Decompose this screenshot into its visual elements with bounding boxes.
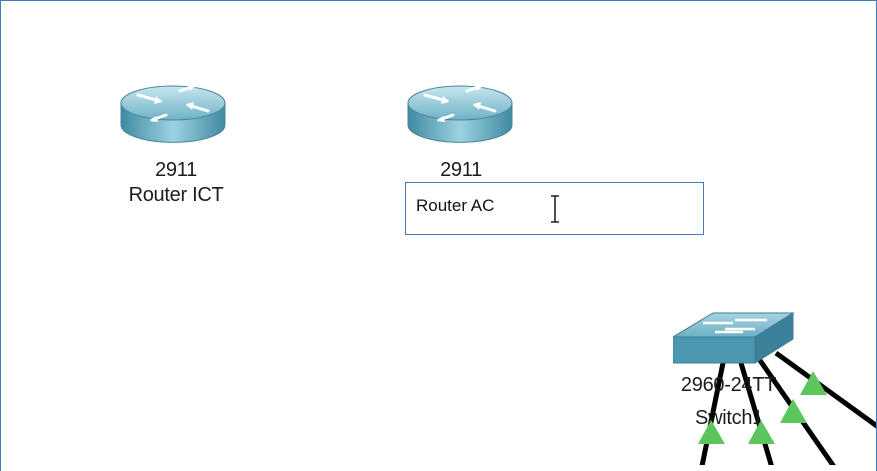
link-up-triangle-icon [780, 399, 807, 423]
link-up-triangle-icon [698, 420, 725, 444]
link-indicators [698, 371, 827, 444]
link-up-triangle-icon [800, 371, 827, 395]
workspace-canvas[interactable]: 2911 Router ICT 2911 Router AC 2960-24TT… [0, 0, 877, 471]
link-up-triangle-icon [748, 420, 775, 444]
